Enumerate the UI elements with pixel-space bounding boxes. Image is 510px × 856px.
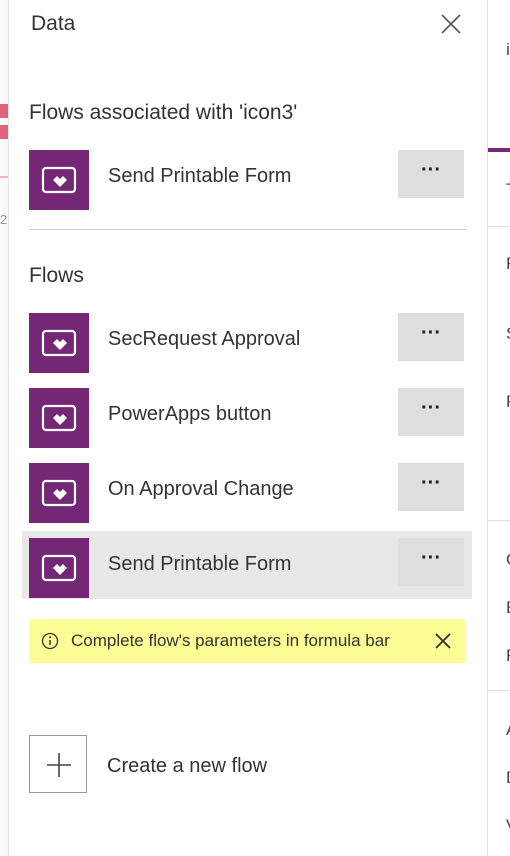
canvas-edge: 2 [0,0,8,856]
data-panel: Data Flows associated with 'icon3' Send … [8,0,487,856]
flow-item[interactable]: SecRequest Approval ··· [22,306,472,374]
create-new-flow-button[interactable]: Create a new flow [29,735,329,795]
power-automate-flow-icon [29,313,89,373]
more-options-button[interactable]: ··· [398,313,464,361]
property-label: S [506,324,510,344]
associated-flow-item[interactable]: Send Printable Form ··· [22,143,472,211]
flow-name: SecRequest Approval [108,328,301,350]
info-icon [41,632,59,650]
power-automate-flow-icon [29,388,89,448]
notice-banner: Complete flow's parameters in formula ba… [29,619,465,663]
flow-item-selected[interactable]: Send Printable Form ··· [22,531,472,599]
property-label: D [506,768,510,788]
flow-name: Send Printable Form [108,165,292,187]
panel-title: Data [31,12,76,35]
divider [488,226,510,227]
property-label: E [506,598,510,618]
more-options-button[interactable]: ··· [398,150,464,198]
more-options-button[interactable]: ··· [398,463,464,511]
more-options-button[interactable]: ··· [398,388,464,436]
property-label: F [506,254,510,274]
properties-panel-partial: i T F S F C E F A D V [487,0,510,856]
canvas-mark [0,104,8,118]
tab-indicator [488,148,510,152]
flow-item[interactable]: PowerApps button ··· [22,381,472,449]
property-label: C [506,550,510,570]
canvas-number: 2 [0,212,8,227]
canvas-line [0,176,8,178]
close-icon [441,14,461,34]
flows-title: Flows [29,264,84,287]
property-label: T [506,180,510,200]
section-divider [29,229,467,230]
power-automate-flow-icon [29,463,89,523]
more-options-button[interactable]: ··· [398,538,464,586]
canvas-mark [0,125,8,139]
plus-icon [29,735,87,793]
flow-name: Send Printable Form [108,553,292,575]
power-automate-flow-icon [29,538,89,598]
property-label: i [506,40,510,59]
divider [488,520,510,521]
close-icon[interactable] [432,630,454,652]
power-automate-flow-icon [29,150,89,210]
create-new-flow-label: Create a new flow [107,755,268,777]
flow-name: PowerApps button [108,403,272,425]
associated-flows-title: Flows associated with 'icon3' [29,101,298,124]
property-label: F [506,646,510,666]
flow-name: On Approval Change [108,478,294,500]
property-label: V [506,816,510,836]
property-label: F [506,392,510,412]
close-button[interactable] [437,10,465,38]
property-label: A [506,720,510,740]
flow-item[interactable]: On Approval Change ··· [22,456,472,524]
divider [488,690,510,691]
banner-message: Complete flow's parameters in formula ba… [71,631,390,650]
